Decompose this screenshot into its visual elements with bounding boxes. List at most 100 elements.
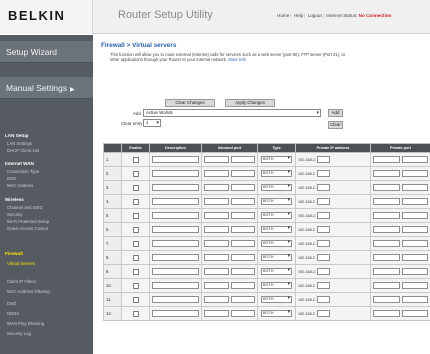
private-port-end-input[interactable] [401, 226, 428, 233]
setup-wizard-link[interactable]: Setup Wizard [0, 41, 93, 63]
type-select[interactable]: BOTH [261, 240, 292, 247]
enable-checkbox[interactable] [132, 212, 139, 219]
enable-checkbox[interactable] [132, 240, 139, 247]
sidebar-item-mac-filtering[interactable]: MAC Address Filtering [7, 289, 50, 294]
type-select[interactable]: BOTH [261, 184, 292, 191]
inbound-port-start-input[interactable] [204, 212, 229, 219]
more-info-link[interactable]: More Info [228, 57, 246, 62]
private-port-end-input[interactable] [401, 212, 428, 219]
description-input[interactable] [152, 282, 199, 289]
sidebar-item-guest-access[interactable]: Guest Access Control [7, 226, 48, 231]
private-port-start-input[interactable] [373, 310, 400, 317]
inbound-port-start-input[interactable] [204, 268, 229, 275]
inbound-port-start-input[interactable] [204, 240, 229, 247]
private-port-end-input[interactable] [401, 240, 428, 247]
ip-last-octet-input[interactable] [316, 212, 330, 219]
enable-checkbox[interactable] [132, 184, 139, 191]
private-port-start-input[interactable] [373, 226, 400, 233]
inbound-port-end-input[interactable] [230, 212, 255, 219]
private-port-start-input[interactable] [373, 240, 400, 247]
private-port-start-input[interactable] [373, 268, 400, 275]
description-input[interactable] [152, 268, 199, 275]
ip-last-octet-input[interactable] [316, 254, 330, 261]
sidebar-item-connection-type[interactable]: Connection Type [7, 169, 39, 174]
description-input[interactable] [152, 184, 199, 191]
description-input[interactable] [152, 170, 199, 177]
enable-checkbox[interactable] [132, 198, 139, 205]
private-port-end-input[interactable] [401, 268, 428, 275]
type-select[interactable]: BOTH [261, 296, 292, 303]
sidebar-section-internet-wan[interactable]: Internet WAN [5, 161, 34, 166]
description-input[interactable] [152, 156, 199, 163]
private-port-end-input[interactable] [401, 156, 428, 163]
type-select[interactable]: BOTH [261, 268, 292, 275]
sidebar-item-ddns[interactable]: DDNS [7, 311, 19, 316]
description-input[interactable] [152, 212, 199, 219]
description-input[interactable] [152, 198, 199, 205]
sidebar-item-security-log[interactable]: Security Log [7, 331, 31, 336]
ip-last-octet-input[interactable] [316, 296, 330, 303]
inbound-port-end-input[interactable] [230, 268, 255, 275]
inbound-port-end-input[interactable] [230, 170, 255, 177]
inbound-port-start-input[interactable] [204, 310, 229, 317]
type-select[interactable]: BOTH [261, 170, 292, 177]
clear-button[interactable]: Clear [328, 121, 343, 129]
inbound-port-end-input[interactable] [230, 296, 255, 303]
ip-last-octet-input[interactable] [316, 184, 330, 191]
private-port-start-input[interactable] [373, 282, 400, 289]
apply-changes-button[interactable]: Apply Changes [225, 99, 275, 107]
sidebar-item-dmz[interactable]: DMZ [7, 301, 16, 306]
private-port-end-input[interactable] [401, 310, 428, 317]
enable-checkbox[interactable] [132, 268, 139, 275]
enable-checkbox[interactable] [132, 156, 139, 163]
enable-checkbox[interactable] [132, 282, 139, 289]
description-input[interactable] [152, 310, 199, 317]
inbound-port-end-input[interactable] [230, 254, 255, 261]
inbound-port-end-input[interactable] [230, 184, 255, 191]
ip-last-octet-input[interactable] [316, 268, 330, 275]
enable-checkbox[interactable] [132, 296, 139, 303]
enable-checkbox[interactable] [132, 226, 139, 233]
ip-last-octet-input[interactable] [316, 226, 330, 233]
type-select[interactable]: BOTH [261, 226, 292, 233]
inbound-port-start-input[interactable] [204, 226, 229, 233]
logout-link[interactable]: Logout [308, 13, 322, 18]
inbound-port-start-input[interactable] [204, 156, 229, 163]
type-select[interactable]: BOTH [261, 282, 292, 289]
help-link[interactable]: Help [294, 13, 303, 18]
sidebar-item-security[interactable]: Security [7, 212, 23, 217]
private-port-start-input[interactable] [373, 184, 400, 191]
description-input[interactable] [152, 240, 199, 247]
type-select[interactable]: BOTH [261, 254, 292, 261]
description-input[interactable] [152, 226, 199, 233]
inbound-port-start-input[interactable] [204, 198, 229, 205]
inbound-port-end-input[interactable] [230, 240, 255, 247]
inbound-port-end-input[interactable] [230, 226, 255, 233]
sidebar-item-mac-address[interactable]: MAC Address [7, 183, 33, 188]
sidebar-item-wan-ping-blocking[interactable]: WAN Ping Blocking [7, 321, 44, 326]
add-service-select[interactable]: Active Worlds [143, 109, 321, 117]
enable-checkbox[interactable] [132, 170, 139, 177]
ip-last-octet-input[interactable] [316, 156, 330, 163]
private-port-start-input[interactable] [373, 156, 400, 163]
sidebar-item-virtual-servers[interactable]: Virtual Servers [7, 261, 35, 266]
private-port-start-input[interactable] [373, 296, 400, 303]
private-port-end-input[interactable] [401, 170, 428, 177]
sidebar-item-client-ip-filters[interactable]: Client IP Filters [7, 279, 36, 284]
private-port-start-input[interactable] [373, 254, 400, 261]
type-select[interactable]: BOTH [261, 156, 292, 163]
inbound-port-start-input[interactable] [204, 296, 229, 303]
enable-checkbox[interactable] [132, 254, 139, 261]
ip-last-octet-input[interactable] [316, 198, 330, 205]
inbound-port-end-input[interactable] [230, 156, 255, 163]
sidebar-section-firewall[interactable]: Firewall [5, 252, 23, 257]
private-port-start-input[interactable] [373, 170, 400, 177]
clear-entry-select[interactable]: 1 [143, 119, 161, 127]
type-select[interactable]: BOTH [261, 212, 292, 219]
ip-last-octet-input[interactable] [316, 310, 330, 317]
description-input[interactable] [152, 296, 199, 303]
sidebar-section-lan[interactable]: LAN Setup [5, 133, 28, 138]
sidebar-section-wireless[interactable]: Wireless [5, 197, 24, 202]
sidebar-item-wps[interactable]: Wi-Fi Protected Setup [7, 219, 49, 224]
clear-changes-button[interactable]: Clear Changes [165, 99, 215, 107]
